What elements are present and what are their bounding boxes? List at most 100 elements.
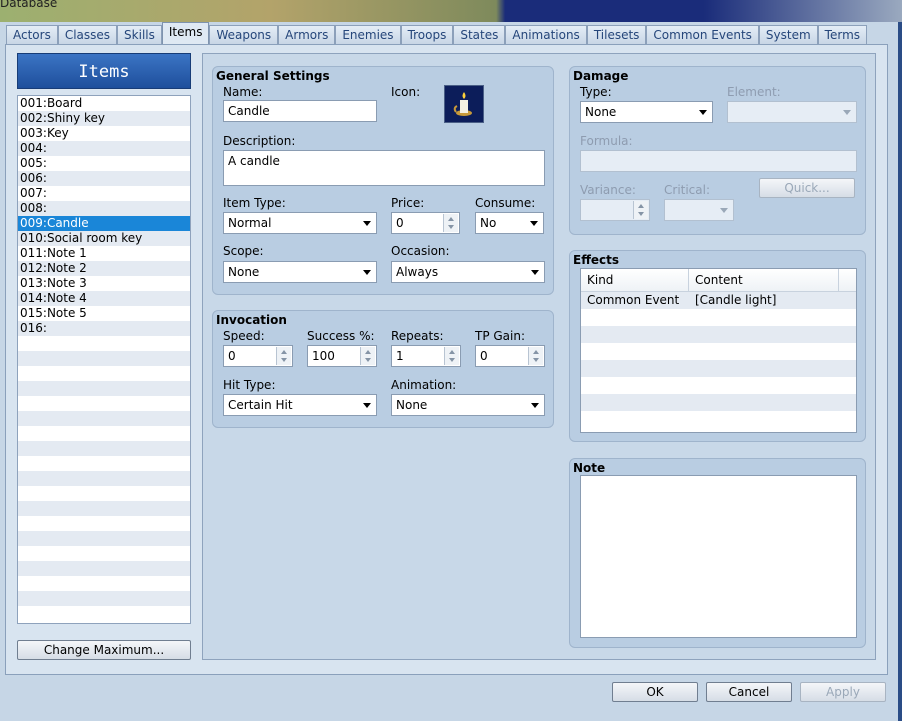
table-row[interactable] bbox=[581, 360, 856, 377]
list-item-empty bbox=[18, 501, 190, 516]
list-item-empty bbox=[18, 531, 190, 546]
tab-animations[interactable]: Animations bbox=[505, 25, 587, 44]
scope-select[interactable]: None bbox=[223, 261, 377, 283]
damage-type-select[interactable]: None bbox=[580, 101, 713, 123]
list-item[interactable]: 014:Note 4 bbox=[18, 291, 190, 306]
occasion-select[interactable]: Always bbox=[391, 261, 545, 283]
chevron-down-icon bbox=[530, 221, 538, 226]
tab-items[interactable]: Items bbox=[161, 22, 210, 44]
list-item[interactable]: 005: bbox=[18, 156, 190, 171]
hit-type-label: Hit Type: bbox=[223, 378, 276, 392]
speed-stepper[interactable]: 0 bbox=[223, 345, 293, 367]
tab-terms[interactable]: Terms bbox=[817, 25, 868, 44]
formula-label: Formula: bbox=[580, 134, 633, 148]
list-item[interactable]: 006: bbox=[18, 171, 190, 186]
list-item[interactable]: 012:Note 2 bbox=[18, 261, 190, 276]
table-row[interactable] bbox=[581, 377, 856, 394]
list-item[interactable]: 003:Key bbox=[18, 126, 190, 141]
tab-common-events[interactable]: Common Events bbox=[646, 25, 759, 44]
items-list-header: Items bbox=[17, 53, 191, 89]
animation-select[interactable]: None bbox=[391, 394, 545, 416]
item-type-value: Normal bbox=[228, 216, 272, 230]
column-kind-header[interactable]: Kind bbox=[581, 269, 689, 291]
effects-table[interactable]: Kind Content Common Event [Candle light] bbox=[580, 268, 857, 433]
tab-states[interactable]: States bbox=[453, 25, 506, 44]
table-row[interactable] bbox=[581, 326, 856, 343]
tp-gain-stepper[interactable]: 0 bbox=[475, 345, 545, 367]
tab-armors[interactable]: Armors bbox=[278, 25, 336, 44]
list-item[interactable]: 011:Note 1 bbox=[18, 246, 190, 261]
list-item[interactable]: 013:Note 3 bbox=[18, 276, 190, 291]
spin-arrows-icon[interactable] bbox=[528, 347, 543, 365]
description-input[interactable]: A candle bbox=[223, 150, 545, 186]
table-row[interactable] bbox=[581, 411, 856, 428]
items-list[interactable]: 001:Board 002:Shiny key 003:Key 004: 005: 006… bbox=[17, 95, 191, 624]
success-value: 100 bbox=[312, 349, 335, 363]
table-row[interactable] bbox=[581, 309, 856, 326]
ok-button[interactable]: OK bbox=[612, 682, 698, 702]
price-label: Price: bbox=[391, 196, 425, 210]
name-input[interactable]: Candle bbox=[223, 100, 377, 122]
list-item[interactable]: 008: bbox=[18, 201, 190, 216]
apply-button[interactable]: Apply bbox=[800, 682, 886, 702]
list-item[interactable]: 010:Social room key bbox=[18, 231, 190, 246]
list-item[interactable]: 004: bbox=[18, 141, 190, 156]
consume-label: Consume: bbox=[475, 196, 536, 210]
list-item-empty bbox=[18, 396, 190, 411]
chevron-down-icon bbox=[843, 110, 851, 115]
list-item[interactable]: 001:Board bbox=[18, 96, 190, 111]
list-item-empty bbox=[18, 546, 190, 561]
table-row[interactable]: Common Event [Candle light] bbox=[581, 292, 856, 309]
hit-type-select[interactable]: Certain Hit bbox=[223, 394, 377, 416]
note-textarea[interactable] bbox=[580, 475, 857, 638]
list-item[interactable]: 009:Candle bbox=[18, 216, 190, 231]
tab-system[interactable]: System bbox=[758, 25, 818, 44]
table-row[interactable] bbox=[581, 394, 856, 411]
tab-actors[interactable]: Actors bbox=[6, 25, 58, 44]
tab-classes[interactable]: Classes bbox=[57, 25, 118, 44]
list-item[interactable]: 015:Note 5 bbox=[18, 306, 190, 321]
critical-select[interactable] bbox=[664, 199, 734, 221]
spin-arrows-icon[interactable] bbox=[360, 347, 375, 365]
tab-troops[interactable]: Troops bbox=[400, 25, 454, 44]
tab-enemies[interactable]: Enemies bbox=[335, 25, 401, 44]
consume-select[interactable]: No bbox=[475, 212, 544, 234]
tab-tilesets[interactable]: Tilesets bbox=[586, 25, 647, 44]
variance-label: Variance: bbox=[580, 183, 636, 197]
critical-label: Critical: bbox=[664, 183, 711, 197]
title-bar: Database bbox=[0, 0, 902, 22]
list-item[interactable]: 016: bbox=[18, 321, 190, 336]
repeats-label: Repeats: bbox=[391, 329, 444, 343]
repeats-stepper[interactable]: 1 bbox=[391, 345, 461, 367]
quick-button[interactable]: Quick... bbox=[759, 178, 855, 198]
list-item-empty bbox=[18, 486, 190, 501]
tab-weapons[interactable]: Weapons bbox=[209, 25, 279, 44]
chevron-down-icon bbox=[720, 208, 728, 213]
repeats-value: 1 bbox=[396, 349, 404, 363]
item-icon-picker[interactable] bbox=[444, 85, 484, 123]
variance-stepper[interactable] bbox=[580, 199, 650, 221]
icon-label: Icon: bbox=[391, 85, 421, 99]
change-maximum-button[interactable]: Change Maximum... bbox=[17, 640, 191, 660]
list-item[interactable]: 002:Shiny key bbox=[18, 111, 190, 126]
table-row[interactable] bbox=[581, 343, 856, 360]
success-label: Success %: bbox=[307, 329, 375, 343]
success-stepper[interactable]: 100 bbox=[307, 345, 377, 367]
scope-label: Scope: bbox=[223, 244, 264, 258]
spin-arrows-icon[interactable] bbox=[444, 347, 459, 365]
spin-arrows-icon[interactable] bbox=[276, 347, 291, 365]
formula-input[interactable] bbox=[580, 150, 857, 172]
speed-label: Speed: bbox=[223, 329, 265, 343]
spin-arrows-icon[interactable] bbox=[633, 201, 648, 219]
list-item-empty bbox=[18, 471, 190, 486]
cancel-button[interactable]: Cancel bbox=[706, 682, 792, 702]
price-stepper[interactable]: 0 bbox=[391, 212, 460, 234]
column-content-header[interactable]: Content bbox=[689, 269, 839, 291]
list-item-empty bbox=[18, 426, 190, 441]
element-select[interactable] bbox=[727, 101, 857, 123]
tab-skills[interactable]: Skills bbox=[117, 25, 162, 44]
item-type-select[interactable]: Normal bbox=[223, 212, 377, 234]
spin-arrows-icon[interactable] bbox=[443, 214, 458, 232]
list-item[interactable]: 007: bbox=[18, 186, 190, 201]
note-title: Note bbox=[573, 461, 606, 475]
